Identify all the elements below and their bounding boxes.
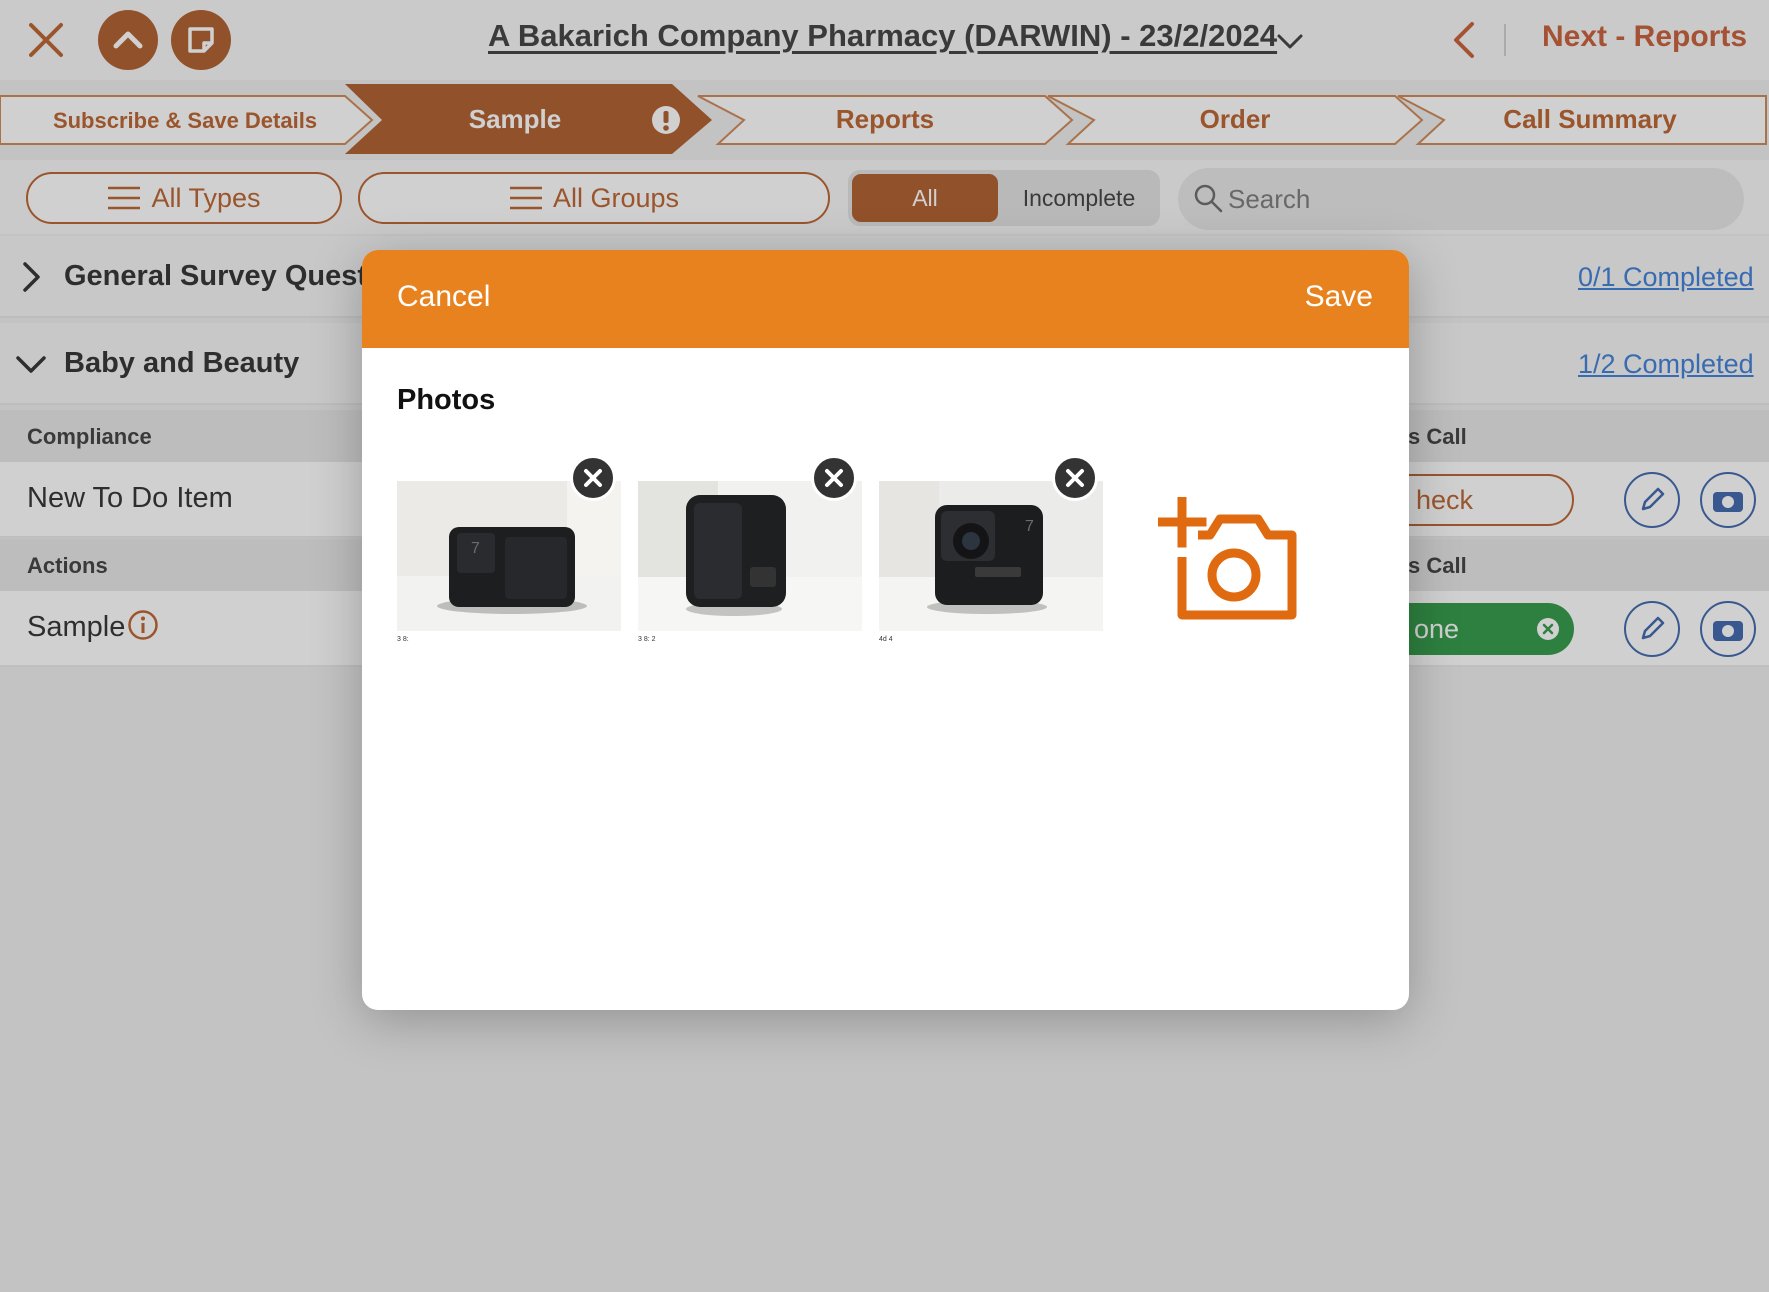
- add-photo-camera-icon[interactable]: [1158, 497, 1298, 627]
- remove-photo-button[interactable]: [811, 455, 857, 501]
- cancel-button[interactable]: Cancel: [397, 280, 490, 314]
- save-button[interactable]: Save: [1305, 280, 1373, 314]
- photo-thumbnail[interactable]: 7: [879, 481, 1103, 631]
- photo-thumbnail[interactable]: [638, 481, 862, 631]
- svg-text:7: 7: [1025, 518, 1034, 535]
- photo-caption: 4d 4: [879, 636, 893, 643]
- close-icon: [584, 469, 602, 487]
- remove-photo-button[interactable]: [570, 455, 616, 501]
- modal-header: Cancel Save: [362, 250, 1409, 348]
- photos-modal: Cancel Save Photos 7 3 8: 3 8: 2 7 4d 4: [362, 250, 1409, 1010]
- remove-photo-button[interactable]: [1052, 455, 1098, 501]
- photo-thumbnail[interactable]: 7: [397, 481, 621, 631]
- camera-photo-image: 7: [397, 481, 621, 631]
- camera-photo-image: [638, 481, 862, 631]
- photo-caption: 3 8: 2: [638, 636, 656, 643]
- photo-caption: 3 8:: [397, 636, 409, 643]
- photos-heading: Photos: [397, 384, 496, 416]
- camera-photo-image: 7: [879, 481, 1103, 631]
- close-icon: [825, 469, 843, 487]
- close-icon: [1066, 469, 1084, 487]
- svg-text:7: 7: [471, 540, 480, 557]
